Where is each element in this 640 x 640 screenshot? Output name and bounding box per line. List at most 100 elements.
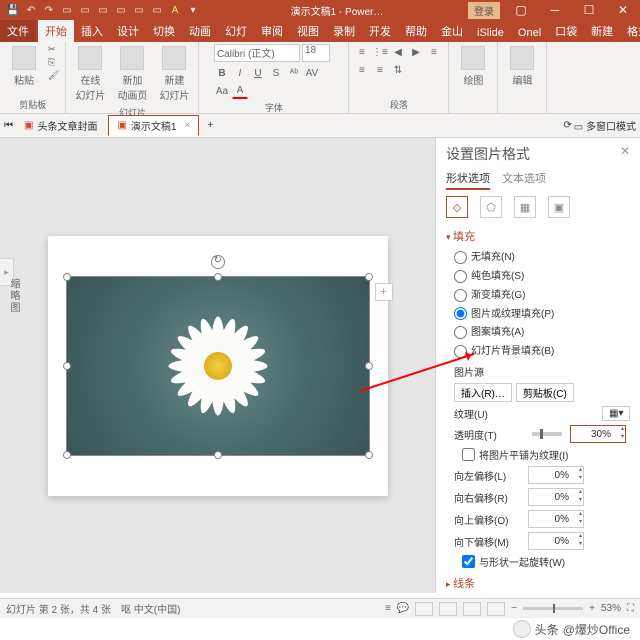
tab-onekey[interactable]: Onel	[511, 24, 548, 42]
numbering-icon[interactable]: ⋮≡	[372, 44, 388, 60]
font-color-icon[interactable]: A	[232, 83, 248, 99]
resize-handle[interactable]	[365, 451, 373, 459]
zoom-out-button[interactable]: −	[511, 603, 517, 614]
size-icon[interactable]: ▦	[514, 196, 536, 218]
section-fill-header[interactable]: 填充	[446, 228, 630, 244]
font-name-select[interactable]: Calibri (正文)	[214, 44, 300, 62]
add-tab-button[interactable]: +	[201, 120, 219, 131]
tab-animation[interactable]: 动画	[182, 20, 218, 42]
align-center-icon[interactable]: ≡	[354, 62, 370, 78]
tab-new[interactable]: 新建	[584, 20, 620, 42]
fill-line-icon[interactable]: ◇	[446, 196, 468, 218]
qat-font-color-icon[interactable]: A	[168, 3, 182, 17]
effects-icon[interactable]: ⬠	[480, 196, 502, 218]
offset-down-spinner[interactable]: 0%	[528, 532, 584, 550]
offset-up-spinner[interactable]: 0%	[528, 510, 584, 528]
indent-inc-icon[interactable]: ▶	[408, 44, 424, 60]
tab-transition[interactable]: 切换	[146, 20, 182, 42]
qat-btn-icon[interactable]: ▭	[150, 3, 164, 17]
font-size-select[interactable]: 18	[302, 44, 330, 62]
picture-icon[interactable]: ▣	[548, 196, 570, 218]
tab-help[interactable]: 帮助	[398, 20, 434, 42]
picture-placeholder[interactable]: +	[66, 276, 370, 456]
tab-addin[interactable]: 金山	[434, 20, 470, 42]
minimize-button[interactable]: ─	[538, 0, 572, 20]
tab-slideshow[interactable]: 幻灯	[218, 20, 254, 42]
align-left-icon[interactable]: ≡	[426, 44, 442, 60]
doc-tab-2[interactable]: ▣演示文稿1×	[108, 115, 199, 136]
tile-checkbox[interactable]	[462, 448, 475, 461]
fit-button[interactable]: ⛶	[627, 603, 634, 614]
fill-picture[interactable]: 图片或纹理填充(P)	[454, 305, 630, 321]
qat-btn-icon[interactable]: ▭	[78, 3, 92, 17]
slide-canvas[interactable]: ▸ 缩略图 +	[0, 138, 435, 593]
tab-file[interactable]: 文件	[0, 20, 36, 42]
transparency-spinner[interactable]: 30%	[570, 425, 626, 443]
qat-redo-icon[interactable]: ↷	[42, 3, 56, 17]
transparency-slider[interactable]	[532, 432, 562, 436]
qat-btn-icon[interactable]: ▭	[114, 3, 128, 17]
clipboard-button[interactable]: 剪贴板(C)	[516, 383, 574, 402]
lang-status[interactable]: 呕 中文(中国)	[121, 601, 180, 616]
fill-slidebg[interactable]: 幻灯片背景填充(B)	[454, 342, 630, 358]
fill-none[interactable]: 无填充(N)	[454, 248, 630, 264]
sorter-view-button[interactable]	[439, 602, 457, 616]
qat-save-icon[interactable]: 💾	[6, 3, 20, 17]
close-tab-icon[interactable]: ×	[184, 120, 190, 131]
notes-button[interactable]: ≡	[385, 603, 391, 614]
qat-btn-icon[interactable]: ▭	[60, 3, 74, 17]
close-button[interactable]: ✕	[606, 0, 640, 20]
tab-developer[interactable]: 开发	[362, 20, 398, 42]
qat-btn-icon[interactable]: ▾	[186, 3, 200, 17]
paste-button[interactable]: 粘贴	[6, 44, 42, 89]
rotate-with-shape-checkbox[interactable]	[462, 555, 475, 568]
bold-icon[interactable]: B	[214, 65, 230, 81]
case-icon[interactable]: Aa	[214, 83, 230, 99]
doc-tab-1[interactable]: ▣头条文章封面	[15, 115, 106, 136]
tab-home[interactable]: 开始	[38, 20, 74, 42]
resize-handle[interactable]	[63, 362, 71, 370]
ribbon-options-icon[interactable]: ▢	[504, 0, 538, 20]
maximize-button[interactable]: ☐	[572, 0, 606, 20]
tab-review[interactable]: 审阅	[254, 20, 290, 42]
slide[interactable]: +	[48, 236, 388, 496]
tab-pocket[interactable]: 口袋	[548, 20, 584, 42]
align-right-icon[interactable]: ≡	[372, 62, 388, 78]
login-badge[interactable]: 登录	[468, 2, 500, 19]
slideshow-view-button[interactable]	[487, 602, 505, 616]
fill-solid[interactable]: 纯色填充(S)	[454, 267, 630, 283]
reading-view-button[interactable]	[463, 602, 481, 616]
qat-btn-icon[interactable]: ▭	[96, 3, 110, 17]
zoom-slider[interactable]	[523, 607, 583, 610]
new-anim-button[interactable]: 新加 动画页	[114, 44, 150, 104]
indent-dec-icon[interactable]: ◀	[390, 44, 406, 60]
zoom-level[interactable]: 53%	[601, 603, 621, 614]
comments-button[interactable]: 💬	[397, 603, 409, 614]
qat-undo-icon[interactable]: ↶	[24, 3, 38, 17]
spacing-icon[interactable]: AV	[304, 65, 320, 81]
fill-gradient[interactable]: 渐变填充(G)	[454, 286, 630, 302]
editing-button[interactable]: 编辑	[504, 44, 540, 89]
resize-handle[interactable]	[365, 362, 373, 370]
resize-handle[interactable]	[63, 451, 71, 459]
shadow-icon[interactable]: ᴬᵇ	[286, 65, 302, 81]
new-slide-button[interactable]: 新建 幻灯片	[156, 44, 192, 104]
offset-right-spinner[interactable]: 0%	[528, 488, 584, 506]
rotate-handle[interactable]	[211, 255, 225, 269]
tab-shape-options[interactable]: 形状选项	[446, 170, 490, 190]
copy-icon[interactable]: ⎘	[48, 57, 59, 68]
resize-handle[interactable]	[63, 273, 71, 281]
section-line-header[interactable]: 线条	[446, 575, 630, 591]
close-pane-button[interactable]: ✕	[620, 144, 630, 158]
zoom-in-button[interactable]: +	[589, 603, 595, 614]
offset-left-spinner[interactable]: 0%	[528, 466, 584, 484]
resize-handle[interactable]	[214, 451, 222, 459]
layout-options-button[interactable]: +	[375, 283, 393, 301]
format-painter-icon[interactable]: 🖌	[48, 70, 59, 81]
nav-first-icon[interactable]: ⏮	[4, 120, 13, 131]
tab-format1[interactable]: 格式	[620, 20, 640, 42]
strike-icon[interactable]: S	[268, 65, 284, 81]
tab-insert[interactable]: 插入	[74, 20, 110, 42]
multi-window-icon[interactable]: ▭ 多窗口模式	[574, 118, 636, 133]
tab-islide[interactable]: iSlide	[470, 24, 511, 42]
